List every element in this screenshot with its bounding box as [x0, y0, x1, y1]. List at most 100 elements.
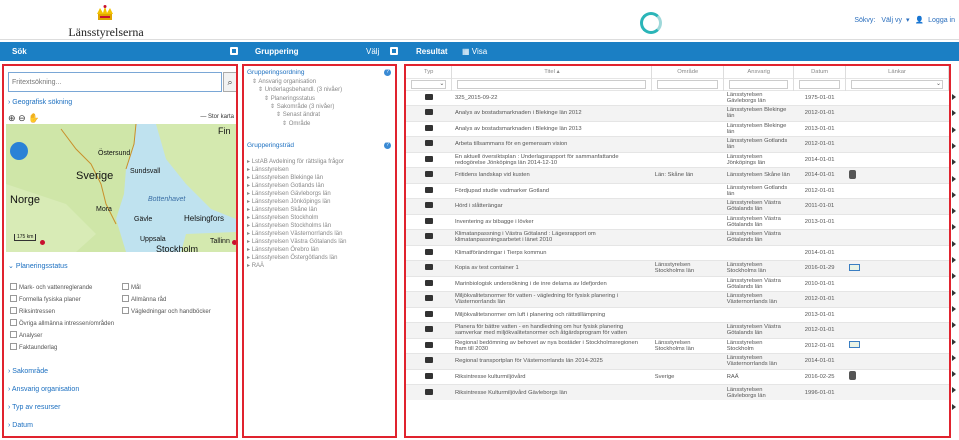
search-input[interactable]: Fritextsökning...: [8, 72, 222, 92]
column-header-titel[interactable]: Titel ▴: [451, 66, 653, 78]
table-row[interactable]: Fritidens landskap vid kusten Län: Skåne …: [406, 167, 949, 183]
map[interactable]: Fin Östersund Sverige Sundsvall Norge Bo…: [6, 124, 236, 252]
table-row[interactable]: Regional transportplan för Västernorrlan…: [406, 353, 949, 369]
tree-item[interactable]: ▸ Länsstyrelsen Östergötlands län: [247, 254, 337, 261]
column-header-typ[interactable]: Typ: [406, 66, 453, 78]
tree-item[interactable]: ▸ LstAB Avdelning för rättsliga frågor: [247, 158, 344, 165]
sakomrade-toggle[interactable]: › Sakområde: [8, 368, 48, 375]
ordning-item[interactable]: ⇕ Ansvarig organisation: [252, 78, 316, 85]
table-row[interactable]: 325_2015-09-22 Länsstyrelsen Gävleborgs l…: [406, 89, 949, 106]
row-expand-arrow-icon[interactable]: [952, 159, 956, 166]
database-icon[interactable]: [848, 371, 856, 381]
filter-lankar[interactable]: ⌄: [845, 77, 949, 90]
logo[interactable]: Länsstyrelserna: [66, 5, 146, 39]
cell-titel[interactable]: Analys av bostadsmarknaden i Blekinge lä…: [451, 105, 652, 121]
cell-titel[interactable]: Hörd i slåtterängar: [451, 198, 652, 214]
geo-search-toggle[interactable]: › Geografisk sökning: [8, 99, 72, 106]
map-service-icon[interactable]: [848, 263, 860, 271]
tree-item[interactable]: ▸ Länsstyrelsen Västernorrlands län: [247, 230, 342, 237]
row-expand-arrow-icon[interactable]: [952, 240, 956, 247]
ordning-item[interactable]: ⇕ Senast ändrat: [276, 111, 320, 118]
zoom-out-icon[interactable]: ⊖: [18, 113, 26, 123]
table-row[interactable]: Regional bedömning av behovet av nya bos…: [406, 337, 949, 354]
checkbox-riksintressen[interactable]: Riksintressen: [10, 307, 55, 315]
cell-titel[interactable]: Regional bedömning av behovet av nya bos…: [451, 337, 652, 354]
tree-item[interactable]: ▸ Länsstyrelsen Jönköpings län: [247, 198, 330, 205]
tree-item[interactable]: ▸ Länsstyrelsen Gävleborgs län: [247, 190, 331, 197]
checkbox-mark-vatten[interactable]: Mark- och vattenreglerande: [10, 283, 92, 291]
ordning-item[interactable]: ⇕ Underlagsbehandl. (3 nivåer): [258, 86, 342, 93]
table-row[interactable]: Klimatanpassning i Västra Götaland : Läg…: [406, 229, 949, 245]
ordning-item[interactable]: ⇕ Planeringsstatus: [264, 95, 315, 102]
checkbox-vagledningar[interactable]: Vägledningar och handböcker: [122, 307, 211, 315]
row-expand-arrow-icon[interactable]: [952, 354, 956, 361]
checkbox-formella-planer[interactable]: Formella fysiska planer: [10, 295, 81, 303]
tree-item[interactable]: ▸ Länsstyrelsen Stockholm: [247, 214, 318, 221]
row-expand-arrow-icon[interactable]: [952, 289, 956, 296]
cell-titel[interactable]: 325_2015-09-22: [451, 89, 652, 106]
help-icon[interactable]: ?: [384, 69, 391, 76]
table-row[interactable]: Miljökvalitetsnormer för vatten - vägled…: [406, 291, 949, 307]
row-expand-arrow-icon[interactable]: [952, 208, 956, 215]
tree-item[interactable]: ▸ Länsstyrelsen Örebro län: [247, 246, 319, 253]
ordning-item[interactable]: ⇕ Sakområde (3 nivåer): [270, 103, 334, 110]
map-service-icon[interactable]: [848, 341, 860, 349]
row-expand-arrow-icon[interactable]: [952, 387, 956, 394]
row-expand-arrow-icon[interactable]: [952, 224, 956, 231]
cell-titel[interactable]: Klimatanpassning i Västra Götaland : Läg…: [451, 229, 652, 245]
typ-av-resurser-toggle[interactable]: › Typ av resurser: [8, 404, 60, 411]
visa-dropdown[interactable]: ▦ Visa: [462, 47, 487, 56]
table-row[interactable]: Arbeta tillsammans för en gemensam visio…: [406, 136, 949, 152]
checkbox-allmanna-rad[interactable]: Allmänna råd: [122, 295, 166, 303]
table-row[interactable]: Klimatförändringar i Tierps kommun 2014-0…: [406, 244, 949, 261]
table-row[interactable]: Kopia av test container 1 Länsstyrelsen S…: [406, 260, 949, 276]
cell-titel[interactable]: Regional transportplan för Västernorrlan…: [451, 353, 652, 369]
cell-titel[interactable]: Klimatförändringar i Tierps kommun: [451, 244, 652, 261]
tree-item[interactable]: ▸ Länsstyrelsen Stockholms län: [247, 222, 331, 229]
row-expand-arrow-icon[interactable]: [952, 371, 956, 378]
cell-titel[interactable]: Arbeta tillsammans för en gemensam visio…: [451, 136, 652, 152]
filter-titel[interactable]: [451, 77, 653, 90]
ansvarig-organisation-toggle[interactable]: › Ansvarig organisation: [8, 386, 79, 393]
row-expand-arrow-icon[interactable]: [952, 322, 956, 329]
tree-item[interactable]: ▸ RAÄ: [247, 262, 264, 269]
cell-titel[interactable]: Marinbiologisk undersökning i de inre de…: [451, 275, 652, 292]
row-expand-arrow-icon[interactable]: [952, 110, 956, 117]
row-expand-arrow-icon[interactable]: [952, 126, 956, 133]
filter-ansvarig[interactable]: [723, 77, 795, 90]
column-header-datum[interactable]: Datum: [793, 66, 847, 78]
table-row[interactable]: Planera för bättre vatten - en handledni…: [406, 322, 949, 338]
help-icon[interactable]: ?: [384, 142, 391, 149]
planeringsstatus-toggle[interactable]: ⌄ Planeringsstatus: [8, 262, 68, 270]
row-expand-arrow-icon[interactable]: [952, 94, 956, 100]
search-button[interactable]: ⌕: [223, 72, 236, 92]
row-expand-arrow-icon[interactable]: [952, 257, 956, 263]
table-row[interactable]: Inventering av bibagge i lövker Länsstyre…: [406, 213, 949, 230]
table-row[interactable]: Marinbiologisk undersökning i de inre de…: [406, 275, 949, 292]
filter-datum[interactable]: [793, 77, 847, 90]
valj-dropdown[interactable]: Välj: [366, 47, 379, 56]
cell-titel[interactable]: Riksintresse Kulturmiljövård Gävleborgs …: [451, 384, 652, 400]
tree-item[interactable]: ▸ Länsstyrelsen Västra Götalands län: [247, 238, 346, 245]
tree-item[interactable]: ▸ Länsstyrelsen Gotlands län: [247, 182, 324, 189]
tree-item[interactable]: ▸ Länsstyrelsen Skåne län: [247, 206, 317, 213]
row-expand-arrow-icon[interactable]: [952, 175, 956, 182]
logga-in-link[interactable]: Logga in: [928, 17, 955, 24]
cell-titel[interactable]: Fritidens landskap vid kusten: [451, 167, 652, 183]
row-expand-arrow-icon[interactable]: [952, 273, 956, 280]
datum-toggle[interactable]: › Datum: [8, 422, 33, 429]
collapse-gruppering-icon[interactable]: [390, 47, 398, 55]
cell-titel[interactable]: Riksintresse kulturmiljövård: [451, 368, 652, 385]
column-header-ansvarig[interactable]: Ansvarig: [723, 66, 795, 78]
cell-titel[interactable]: Planera för bättre vatten - en handledni…: [451, 322, 652, 338]
tree-item[interactable]: ▸ Länsstyrelsen Blekinge län: [247, 174, 323, 181]
pan-hand-icon[interactable]: ✋: [28, 113, 39, 123]
cell-titel[interactable]: Miljökvalitetsnormer för vatten - vägled…: [451, 291, 652, 307]
valj-vy-dropdown[interactable]: Välj vy: [881, 17, 902, 24]
row-expand-arrow-icon[interactable]: [952, 191, 956, 198]
cell-titel[interactable]: Miljökvalitetsnormer om luft i planering…: [451, 306, 652, 323]
row-expand-arrow-icon[interactable]: [952, 305, 956, 312]
table-row[interactable]: Hörd i slåtterängar Länsstyrelsen Västra …: [406, 198, 949, 214]
cell-titel[interactable]: Kopia av test container 1: [451, 260, 652, 276]
cell-titel[interactable]: Analys av bostadsmarknaden i Blekinge lä…: [451, 120, 652, 137]
